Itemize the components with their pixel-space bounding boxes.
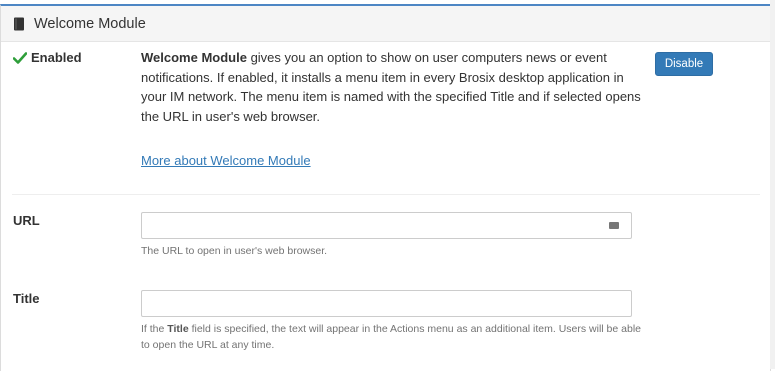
url-input[interactable] (142, 213, 631, 238)
title-help-text: If the Title field is specified, the tex… (141, 321, 641, 353)
panel-heading: Welcome Module (1, 6, 770, 42)
more-about-link[interactable]: More about Welcome Module (141, 153, 311, 168)
title-help-prefix: If the (141, 323, 168, 335)
description-bold-lead: Welcome Module (141, 50, 247, 65)
check-icon (13, 51, 27, 64)
status-enabled: Enabled (13, 50, 82, 65)
url-label: URL (13, 213, 40, 228)
url-help-text: The URL to open in user's web browser. (141, 245, 328, 257)
url-input-wrapper[interactable] (141, 212, 632, 239)
panel-title: Welcome Module (34, 15, 146, 32)
module-description: Welcome Module gives you an option to sh… (141, 48, 641, 126)
title-help-suffix: field is specified, the text will appear… (141, 323, 641, 351)
title-help-bold: Title (167, 323, 189, 335)
title-input-wrapper[interactable] (141, 290, 632, 317)
status-label: Enabled (31, 50, 82, 65)
title-label: Title (13, 291, 40, 306)
divider (12, 194, 760, 195)
keyboard-icon (609, 222, 619, 229)
book-icon (14, 17, 24, 30)
disable-button[interactable]: Disable (655, 52, 713, 76)
title-input[interactable] (142, 291, 631, 316)
scrollbar[interactable] (770, 0, 775, 369)
